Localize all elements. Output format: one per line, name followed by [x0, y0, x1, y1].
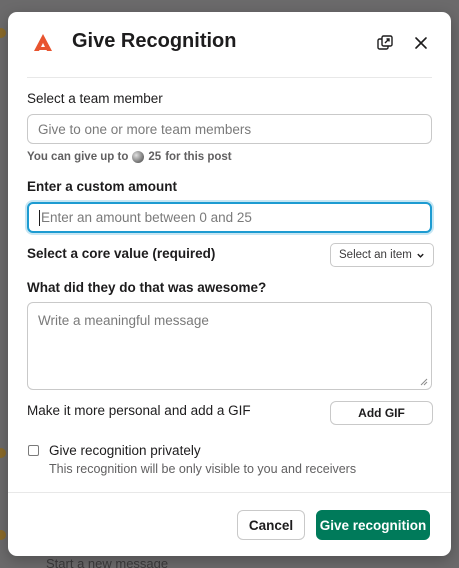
team-member-label: Select a team member [27, 91, 163, 106]
core-value-select-label: Select an item [339, 249, 412, 261]
team-member-input[interactable]: Give to one or more team members [27, 114, 432, 144]
give-recognition-modal: Give Recognition Select a team member Gi… [8, 12, 451, 556]
chevron-down-icon [417, 253, 424, 258]
popout-icon[interactable] [372, 30, 398, 56]
private-recognition-label[interactable]: Give recognition privately [49, 443, 201, 458]
footer-divider [8, 492, 451, 493]
custom-amount-placeholder: Enter an amount between 0 and 25 [41, 210, 252, 225]
text-caret [39, 209, 40, 226]
cancel-button[interactable]: Cancel [237, 510, 305, 540]
private-recognition-checkbox[interactable] [28, 445, 39, 456]
resize-handle-icon[interactable] [420, 378, 428, 386]
hint-amount: 25 [148, 151, 162, 163]
core-value-label: Select a core value (required) [27, 246, 216, 261]
background-message-placeholder: Start a new message [46, 556, 169, 568]
modal-title: Give Recognition [72, 30, 237, 52]
give-recognition-button[interactable]: Give recognition [316, 510, 430, 540]
add-gif-button[interactable]: Add GIF [330, 401, 433, 425]
hint-suffix: for this post [165, 151, 232, 163]
gif-label: Make it more personal and add a GIF [27, 403, 251, 418]
custom-amount-input[interactable]: Enter an amount between 0 and 25 [27, 202, 432, 233]
team-member-placeholder: Give to one or more team members [38, 121, 252, 137]
modal-header: Give Recognition [8, 12, 451, 74]
close-icon[interactable] [408, 30, 434, 56]
message-label: What did they do that was awesome? [27, 280, 267, 295]
custom-amount-label: Enter a custom amount [27, 179, 178, 194]
hint-prefix: You can give up to [27, 151, 129, 163]
give-limit-hint: You can give up to 25 for this post [27, 151, 232, 163]
private-recognition-description: This recognition will be only visible to… [49, 462, 357, 476]
coin-icon [132, 151, 145, 163]
core-value-select[interactable]: Select an item [330, 243, 434, 267]
header-divider [27, 77, 432, 78]
app-logo-icon [27, 27, 59, 59]
message-placeholder: Write a meaningful message [38, 313, 209, 328]
message-textarea[interactable]: Write a meaningful message [27, 302, 432, 390]
